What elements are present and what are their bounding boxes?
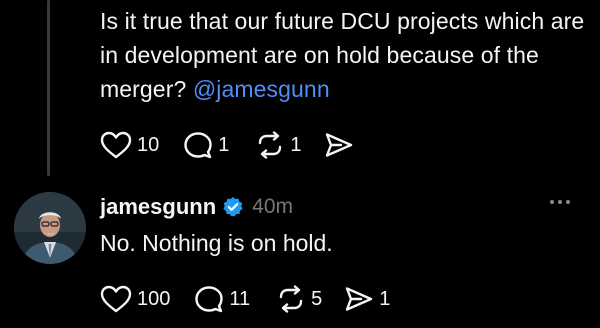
heart-icon [100, 285, 132, 313]
avatar[interactable] [14, 192, 86, 264]
reply-actions: 100 11 5 1 [100, 285, 390, 313]
send-icon [324, 131, 354, 159]
more-options-icon[interactable] [548, 196, 572, 208]
timestamp: 40m [252, 195, 293, 218]
comment-bubble-icon [194, 285, 224, 313]
like-count: 100 [137, 288, 171, 310]
share-button[interactable]: 1 [344, 285, 390, 313]
more-dot [566, 200, 570, 204]
repost-button[interactable]: 1 [255, 131, 302, 159]
like-count: 10 [137, 134, 160, 156]
repost-icon [276, 285, 306, 313]
reply-count: 11 [229, 288, 251, 310]
verified-badge-icon [222, 196, 244, 218]
reply-header: jamesgunn 40m [100, 191, 293, 223]
parent-post-actions: 10 1 1 [100, 131, 359, 159]
reply-button[interactable]: 1 [183, 131, 229, 159]
comment-bubble-icon [183, 131, 213, 159]
like-button[interactable]: 10 [100, 131, 159, 159]
mention-link[interactable]: @jamesgunn [193, 76, 330, 102]
username-link[interactable]: jamesgunn [100, 194, 216, 220]
repost-count: 5 [311, 288, 323, 310]
share-button[interactable] [324, 131, 359, 159]
share-count: 1 [379, 288, 391, 310]
thread-connector-line [47, 0, 50, 176]
heart-icon [100, 131, 132, 159]
reply-text: No. Nothing is on hold. [100, 230, 333, 256]
more-dot [558, 200, 562, 204]
more-dot [550, 200, 554, 204]
parent-post-text: Is it true that our future DCU projects … [100, 4, 590, 106]
send-icon [344, 285, 374, 313]
repost-button[interactable]: 5 [276, 285, 322, 313]
repost-count: 1 [290, 134, 302, 156]
reply-count: 1 [218, 134, 230, 156]
reply-button[interactable]: 11 [194, 285, 250, 313]
like-button[interactable]: 100 [100, 285, 170, 313]
parent-post-body: Is it true that our future DCU projects … [100, 8, 585, 102]
repost-icon [255, 131, 285, 159]
